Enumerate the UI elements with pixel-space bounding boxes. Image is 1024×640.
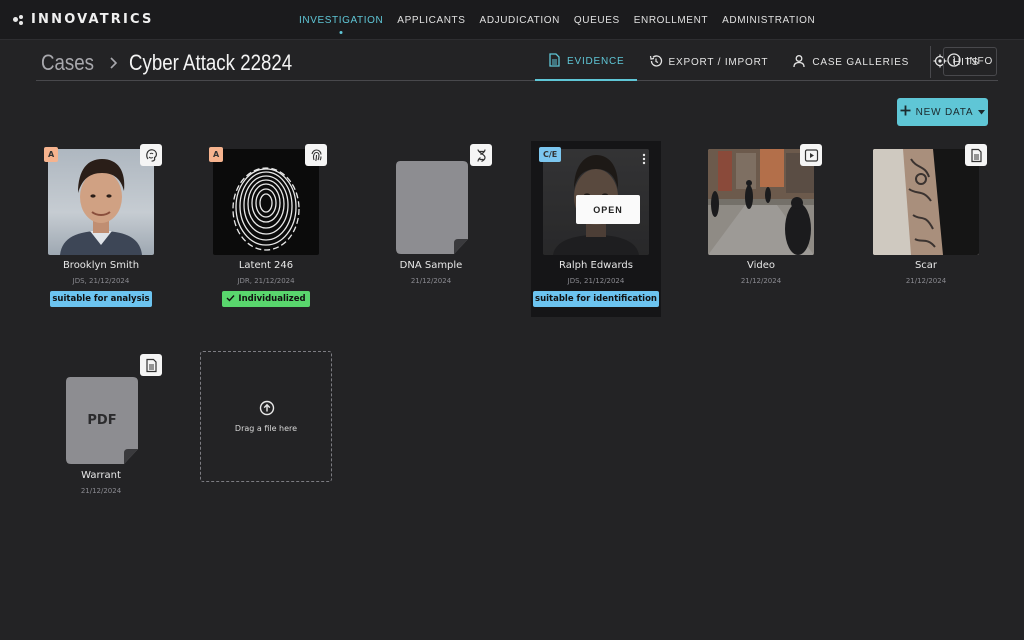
logo-text: INNOVATRICS [31, 12, 154, 27]
card-meta: 21/12/2024 [905, 277, 947, 285]
status-tag-label: Individualized [238, 294, 306, 304]
check-icon [226, 294, 235, 305]
card-name: Latent 246 [238, 260, 294, 271]
logo-mark-icon [13, 14, 25, 25]
page-title: Cyber Attack 22824 [129, 50, 293, 75]
new-data-label: NEW DATA [915, 106, 974, 118]
play-icon [800, 144, 822, 166]
evidence-card-latent-246[interactable]: A Latent 246 JDR, 21/12/2024 Individuali… [201, 141, 331, 316]
assessment-badge: C/E [539, 147, 562, 162]
nav-item-administration[interactable]: ADMINISTRATION [722, 15, 815, 26]
evidence-card-dna-sample[interactable]: DNA Sample 21/12/2024 [366, 141, 496, 316]
card-meta: JDR, 21/12/2024 [237, 277, 295, 285]
drop-zone-text: Drag a file here [234, 424, 298, 433]
pdf-label: PDF [87, 413, 117, 428]
tab-evidence-label: EVIDENCE [567, 56, 625, 67]
open-button[interactable]: OPEN [576, 195, 640, 224]
case-tabs: EVIDENCE EXPORT / IMPORT CASE GALLERIES … [535, 44, 991, 81]
evidence-card-scar[interactable]: Scar 21/12/2024 [861, 141, 991, 316]
document-icon [965, 144, 987, 166]
card-name: Ralph Edwards [559, 260, 633, 271]
main-nav: INVESTIGATION APPLICANTS ADJUDICATION QU… [299, 15, 815, 26]
tab-case-galleries-label: CASE GALLERIES [812, 57, 910, 68]
info-button-label: INFO [965, 56, 994, 67]
evidence-card-brooklyn-smith[interactable]: A Brooklyn Smith JDS, 21/12/2024 suitabl… [36, 141, 166, 316]
video-thumbnail[interactable] [708, 149, 814, 255]
caret-down-icon [978, 107, 986, 118]
upload-icon [259, 400, 275, 416]
card-name: Video [746, 260, 776, 271]
status-tag: suitable for identification [533, 291, 659, 307]
dna-document-thumbnail[interactable] [378, 149, 484, 255]
pdf-document-thumbnail[interactable]: PDF [48, 359, 154, 465]
card-meta: JDS, 21/12/2024 [72, 277, 130, 285]
nav-item-applicants[interactable]: APPLICANTS [397, 15, 465, 26]
fingerprint-thumbnail[interactable] [213, 149, 319, 255]
tab-export-import[interactable]: EXPORT / IMPORT [637, 44, 781, 81]
card-meta: 21/12/2024 [740, 277, 782, 285]
file-drop-zone[interactable]: Drag a file here [200, 351, 332, 482]
more-options-icon[interactable] [642, 150, 646, 165]
info-button[interactable]: INFO [943, 47, 997, 76]
breadcrumb-cases-link[interactable]: Cases [41, 50, 94, 76]
face-photo-thumbnail[interactable]: OPEN [543, 149, 649, 255]
tab-case-galleries[interactable]: CASE GALLERIES [780, 44, 921, 81]
evidence-card-warrant[interactable]: PDF Warrant 21/12/2024 [36, 351, 166, 526]
plus-icon [900, 105, 911, 119]
tab-evidence[interactable]: EVIDENCE [535, 44, 637, 81]
scar-photo-thumbnail[interactable] [873, 149, 979, 255]
evidence-card-ralph-edwards[interactable]: OPEN C/E Ralph Edwards JDS, 21/12/2024 s… [531, 141, 661, 317]
breadcrumb: Cases Cyber Attack 22824 [41, 50, 321, 76]
history-icon [649, 54, 663, 71]
card-name: DNA Sample [399, 260, 463, 271]
person-icon [792, 54, 806, 71]
document-icon [140, 354, 162, 376]
face-icon [140, 144, 162, 166]
card-meta: 21/12/2024 [410, 277, 452, 285]
assessment-badge: A [44, 147, 59, 162]
card-name: Brooklyn Smith [62, 260, 140, 271]
card-meta: 21/12/2024 [80, 487, 122, 495]
status-tag: suitable for analysis [50, 291, 152, 307]
face-photo-thumbnail[interactable] [48, 149, 154, 255]
nav-item-adjudication[interactable]: ADJUDICATION [480, 15, 560, 26]
nav-item-investigation[interactable]: INVESTIGATION [299, 15, 383, 26]
tab-export-import-label: EXPORT / IMPORT [668, 57, 769, 68]
card-name: Scar [914, 260, 938, 271]
new-data-button[interactable]: NEW DATA [897, 98, 988, 126]
top-navigation-bar: INNOVATRICS INVESTIGATION APPLICANTS ADJ… [0, 0, 1024, 40]
assessment-badge: A [209, 147, 224, 162]
evidence-card-video[interactable]: Video 21/12/2024 [696, 141, 826, 316]
header-divider [930, 46, 931, 78]
card-meta: JDS, 21/12/2024 [567, 277, 625, 285]
nav-item-queues[interactable]: QUEUES [574, 15, 620, 26]
fingerprint-icon [305, 144, 327, 166]
info-icon [947, 53, 961, 70]
dna-icon [470, 144, 492, 166]
chevron-right-icon [108, 54, 118, 73]
logo[interactable]: INNOVATRICS [13, 12, 154, 27]
case-header: Cases Cyber Attack 22824 EVIDENCE EXPORT… [36, 44, 998, 81]
card-name: Warrant [81, 470, 121, 481]
evidence-icon [547, 53, 561, 70]
nav-item-enrollment[interactable]: ENROLLMENT [634, 15, 708, 26]
status-tag: Individualized [222, 291, 310, 307]
